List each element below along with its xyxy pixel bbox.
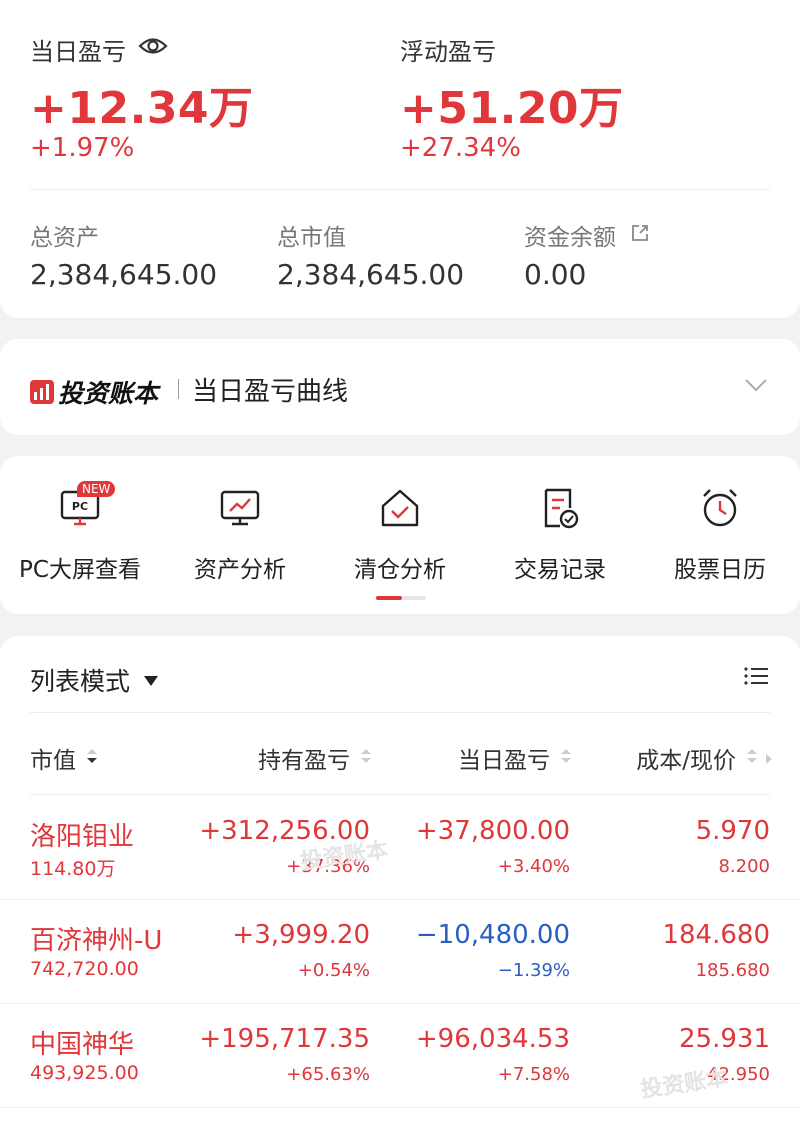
- header-market-value[interactable]: 市值: [30, 741, 98, 775]
- day-pl-pct: +7.58%: [497, 1064, 570, 1085]
- tool-trade-records[interactable]: 交易记录: [480, 486, 640, 584]
- sort-icon: [360, 747, 372, 769]
- stock-name: 百济神州-U: [30, 926, 163, 956]
- cost: 184.680: [662, 920, 770, 950]
- svg-text:PC: PC: [72, 500, 88, 513]
- total-assets-label: 总资产: [30, 225, 99, 251]
- tool-clearance-analysis[interactable]: 清仓分析: [320, 486, 480, 584]
- document-check-icon: [480, 486, 640, 530]
- pl-curve-banner[interactable]: 投资账本 当日盈亏曲线: [0, 339, 800, 435]
- eye-icon[interactable]: [138, 34, 168, 62]
- hold-pl-pct: +0.54%: [297, 960, 370, 981]
- hold-pl: +3,999.20: [232, 920, 370, 950]
- price: 8.200: [718, 856, 770, 877]
- market-value: 114.80万: [30, 858, 116, 880]
- tool-asset-analysis[interactable]: 资产分析: [160, 486, 320, 584]
- today-pl-label: 当日盈亏: [30, 38, 126, 66]
- price: 185.680: [695, 960, 770, 981]
- brand-name: 投资账本: [58, 379, 159, 408]
- day-pl-pct: +3.40%: [497, 856, 570, 877]
- tool-label: 清仓分析: [354, 557, 446, 583]
- page-indicator: [376, 596, 426, 600]
- divider: [30, 712, 770, 713]
- market-value-value: 2,384,645.00: [277, 258, 465, 291]
- market-value-label: 总市值: [277, 225, 346, 251]
- day-pl-pct: −1.39%: [497, 960, 570, 981]
- header-cost-price[interactable]: 成本/现价: [636, 741, 772, 775]
- float-pl-pct: +27.34%: [400, 133, 521, 163]
- summary-card: 当日盈亏 +12.34万 +1.97% 浮动盈亏 +51.20万 +27.34%…: [0, 0, 800, 318]
- edit-link-icon[interactable]: [630, 223, 650, 247]
- market-value: 742,720.00: [30, 958, 139, 980]
- house-check-icon: [320, 486, 480, 530]
- tool-label: PC大屏查看: [19, 557, 141, 583]
- table-row[interactable]: 洛阳钼业 114.80万 +312,256.00 +37.36% +37,800…: [0, 796, 800, 900]
- tools-card: PC NEW PC大屏查看 资产分析 清仓分析 交易记录 股票日历: [0, 456, 800, 614]
- cost: 25.931: [679, 1024, 770, 1054]
- hold-pl: +195,717.35: [199, 1024, 370, 1054]
- cash-value: 0.00: [524, 258, 587, 291]
- total-assets-value: 2,384,645.00: [30, 258, 218, 291]
- list-mode-toggle[interactable]: 列表模式: [30, 662, 159, 698]
- divider: [30, 794, 770, 795]
- holdings-list: 列表模式 市值 持有盈亏 当日盈亏 成本/现价 洛阳钼业 114.80万 +31…: [0, 636, 800, 1121]
- tool-label: 交易记录: [514, 557, 606, 583]
- stock-name: 中国神华: [30, 1030, 135, 1060]
- day-pl: −10,480.00: [415, 920, 570, 950]
- tool-label: 资产分析: [194, 557, 286, 583]
- tool-stock-calendar[interactable]: 股票日历: [640, 486, 800, 584]
- alarm-clock-icon: [640, 486, 800, 530]
- chart-monitor-icon: [160, 486, 320, 530]
- header-hold-pl[interactable]: 持有盈亏: [258, 741, 372, 775]
- float-pl-label: 浮动盈亏: [400, 38, 496, 66]
- banner-divider: [178, 379, 179, 399]
- table-row[interactable]: 中国神华 493,925.00 +195,717.35 +65.63% +96,…: [0, 1004, 800, 1108]
- banner-title: 当日盈亏曲线: [192, 377, 349, 407]
- market-value: 493,925.00: [30, 1062, 139, 1084]
- header-label: 成本/现价: [636, 748, 736, 774]
- table-row[interactable]: 百济神州-U 742,720.00 +3,999.20 +0.54% −10,4…: [0, 900, 800, 1004]
- tool-label: 股票日历: [674, 557, 766, 583]
- cost: 5.970: [695, 816, 770, 846]
- brand-mark-icon: [30, 380, 54, 404]
- day-pl: +96,034.53: [415, 1024, 570, 1054]
- cash-label: 资金余额: [524, 225, 616, 251]
- watermark: 投资账本: [639, 1065, 730, 1103]
- chevron-right-icon: [766, 749, 772, 768]
- caret-down-icon: [144, 671, 159, 690]
- day-pl: +37,800.00: [415, 816, 570, 846]
- header-day-pl[interactable]: 当日盈亏: [458, 741, 572, 775]
- sort-icon: [746, 747, 758, 769]
- list-menu-icon[interactable]: [744, 666, 768, 690]
- sort-icon: [560, 747, 572, 769]
- header-label: 市值: [30, 748, 76, 774]
- today-pl-pct: +1.97%: [30, 133, 135, 163]
- chevron-down-icon[interactable]: [744, 377, 768, 397]
- list-mode-label: 列表模式: [30, 667, 131, 696]
- divider: [30, 189, 770, 190]
- header-label: 持有盈亏: [258, 748, 350, 774]
- new-badge: NEW: [77, 481, 116, 497]
- today-pl-value: +12.34万: [30, 83, 254, 134]
- stock-name: 洛阳钼业: [30, 822, 135, 852]
- float-pl-value: +51.20万: [400, 83, 624, 134]
- tool-pc-view[interactable]: PC NEW PC大屏查看: [0, 481, 160, 584]
- brand-logo: 投资账本: [30, 374, 158, 410]
- sort-desc-icon: [86, 747, 98, 769]
- hold-pl-pct: +65.63%: [286, 1064, 370, 1085]
- header-label: 当日盈亏: [458, 748, 550, 774]
